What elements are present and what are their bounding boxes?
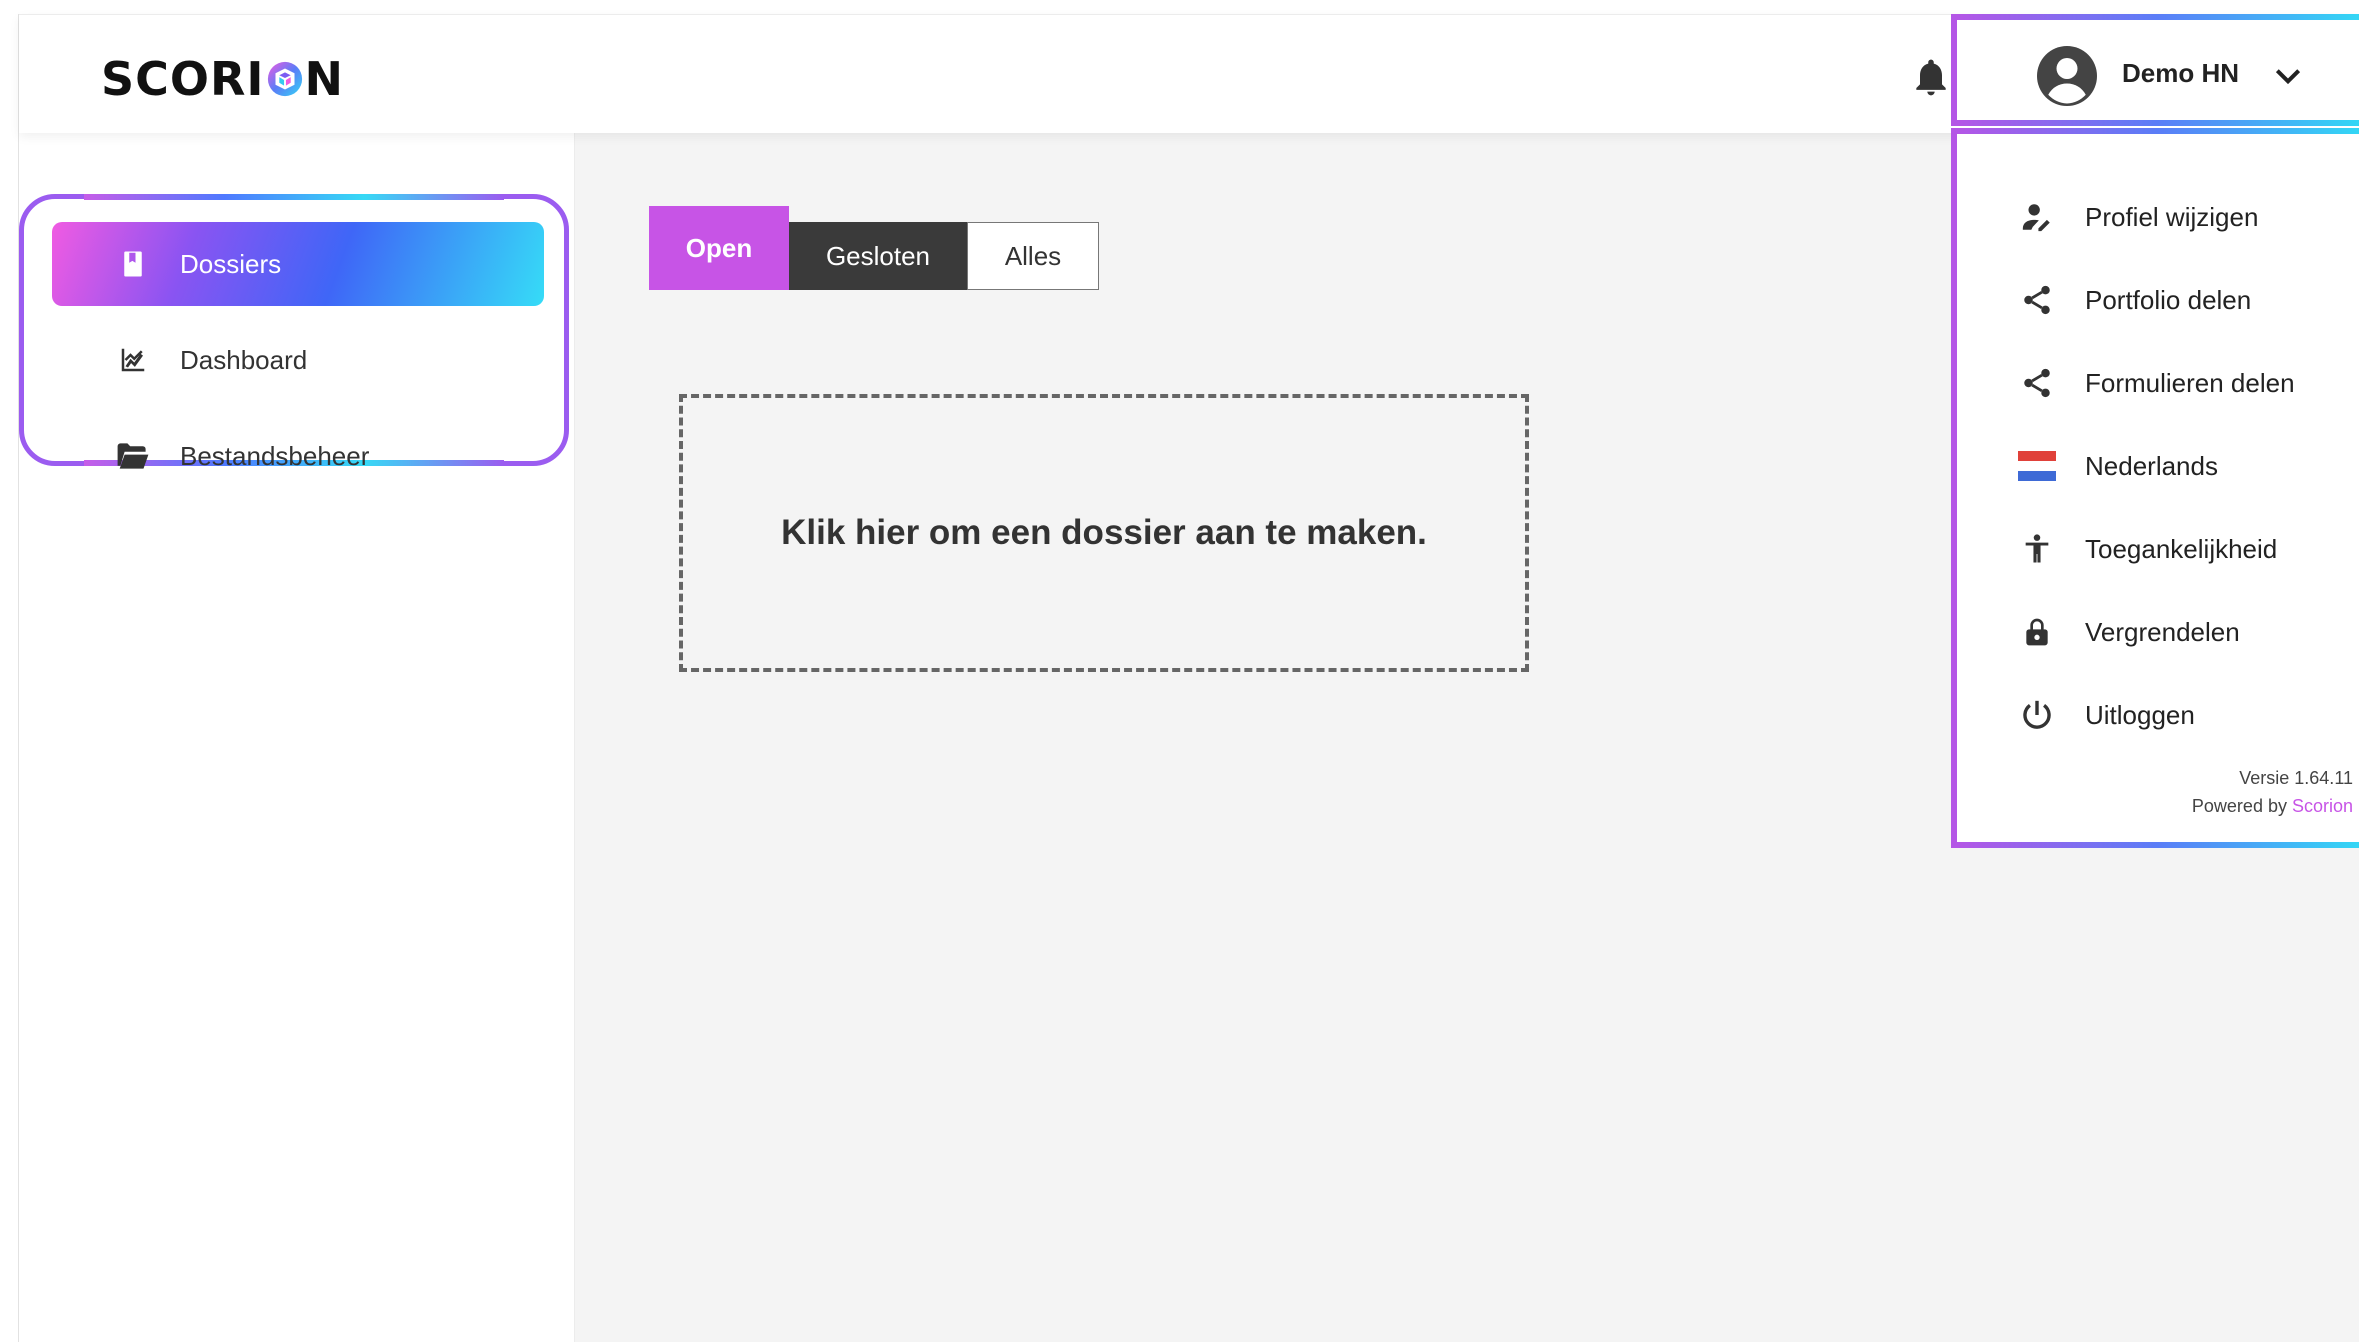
menu-item-uitloggen[interactable]: Uitloggen [1957,680,2359,750]
chart-line-icon [116,343,150,377]
menu-item-label: Toegankelijkheid [2085,533,2278,564]
folder-open-icon [116,439,150,473]
tab-gesloten[interactable]: Gesloten [789,222,967,290]
menu-item-vergrendelen[interactable]: Vergrendelen [1957,597,2359,667]
accessibility-icon [2017,529,2057,569]
tab-open[interactable]: Open [649,206,789,290]
create-dossier-prompt: Klik hier om een dossier aan te maken. [781,513,1427,552]
share-icon [2017,280,2057,320]
sidebar: Dossiers Dashboard Bestandsbeheer [19,132,575,1342]
user-edit-icon [2017,197,2057,237]
menu-item-nederlands[interactable]: Nederlands [1957,431,2359,501]
chevron-down-icon [2275,69,2301,85]
version-info: Versie 1.64.11 Powered by Scorion [2192,764,2353,820]
scorion-logo[interactable]: SCORI N [101,49,344,109]
logo-text-left: SCORI [101,52,265,106]
powered-by: Powered by Scorion [2192,792,2353,820]
logo-cube-icon [267,61,302,97]
sidebar-item-dossiers[interactable]: Dossiers [52,222,544,306]
user-name: Demo HN [2122,58,2240,88]
menu-item-portfolio-delen[interactable]: Portfolio delen [1957,265,2359,335]
book-icon [116,247,150,281]
sidebar-item-label: Dossiers [180,248,282,279]
menu-item-label: Uitloggen [2085,699,2195,730]
share-icon [2017,363,2057,403]
powered-by-link[interactable]: Scorion [2292,796,2353,816]
menu-item-label: Vergrendelen [2085,616,2240,647]
menu-item-profiel-wijzigen[interactable]: Profiel wijzigen [1957,182,2359,252]
menu-item-toegankelijkheid[interactable]: Toegankelijkheid [1957,514,2359,584]
power-icon [2017,695,2057,735]
bell-icon[interactable] [1909,51,1953,103]
menu-item-label: Profiel wijzigen [2085,201,2259,232]
menu-item-label: Formulieren delen [2085,367,2295,398]
avatar [2037,46,2097,106]
menu-item-formulieren-delen[interactable]: Formulieren delen [1957,348,2359,418]
sidebar-item-bestandsbeheer[interactable]: Bestandsbeheer [52,414,544,498]
user-menu-toggle[interactable]: Demo HN [1951,14,2359,126]
tab-alles[interactable]: Alles [967,222,1099,290]
user-dropdown-menu: Profiel wijzigen Portfolio delen Formuli… [1951,128,2359,848]
sidebar-item-dashboard[interactable]: Dashboard [52,318,544,402]
create-dossier-area[interactable]: Klik hier om een dossier aan te maken. [679,394,1529,672]
sidebar-item-label: Dashboard [180,344,308,375]
menu-item-label: Nederlands [2085,450,2218,481]
logo-text-right: N [304,52,345,106]
menu-item-label: Portfolio delen [2085,284,2252,315]
lock-icon [2017,612,2057,652]
version-text: Versie 1.64.11 [2239,768,2353,788]
dutch-flag-icon [2017,446,2057,486]
powered-by-prefix: Powered by [2191,796,2292,816]
sidebar-item-label: Bestandsbeheer [180,440,370,471]
